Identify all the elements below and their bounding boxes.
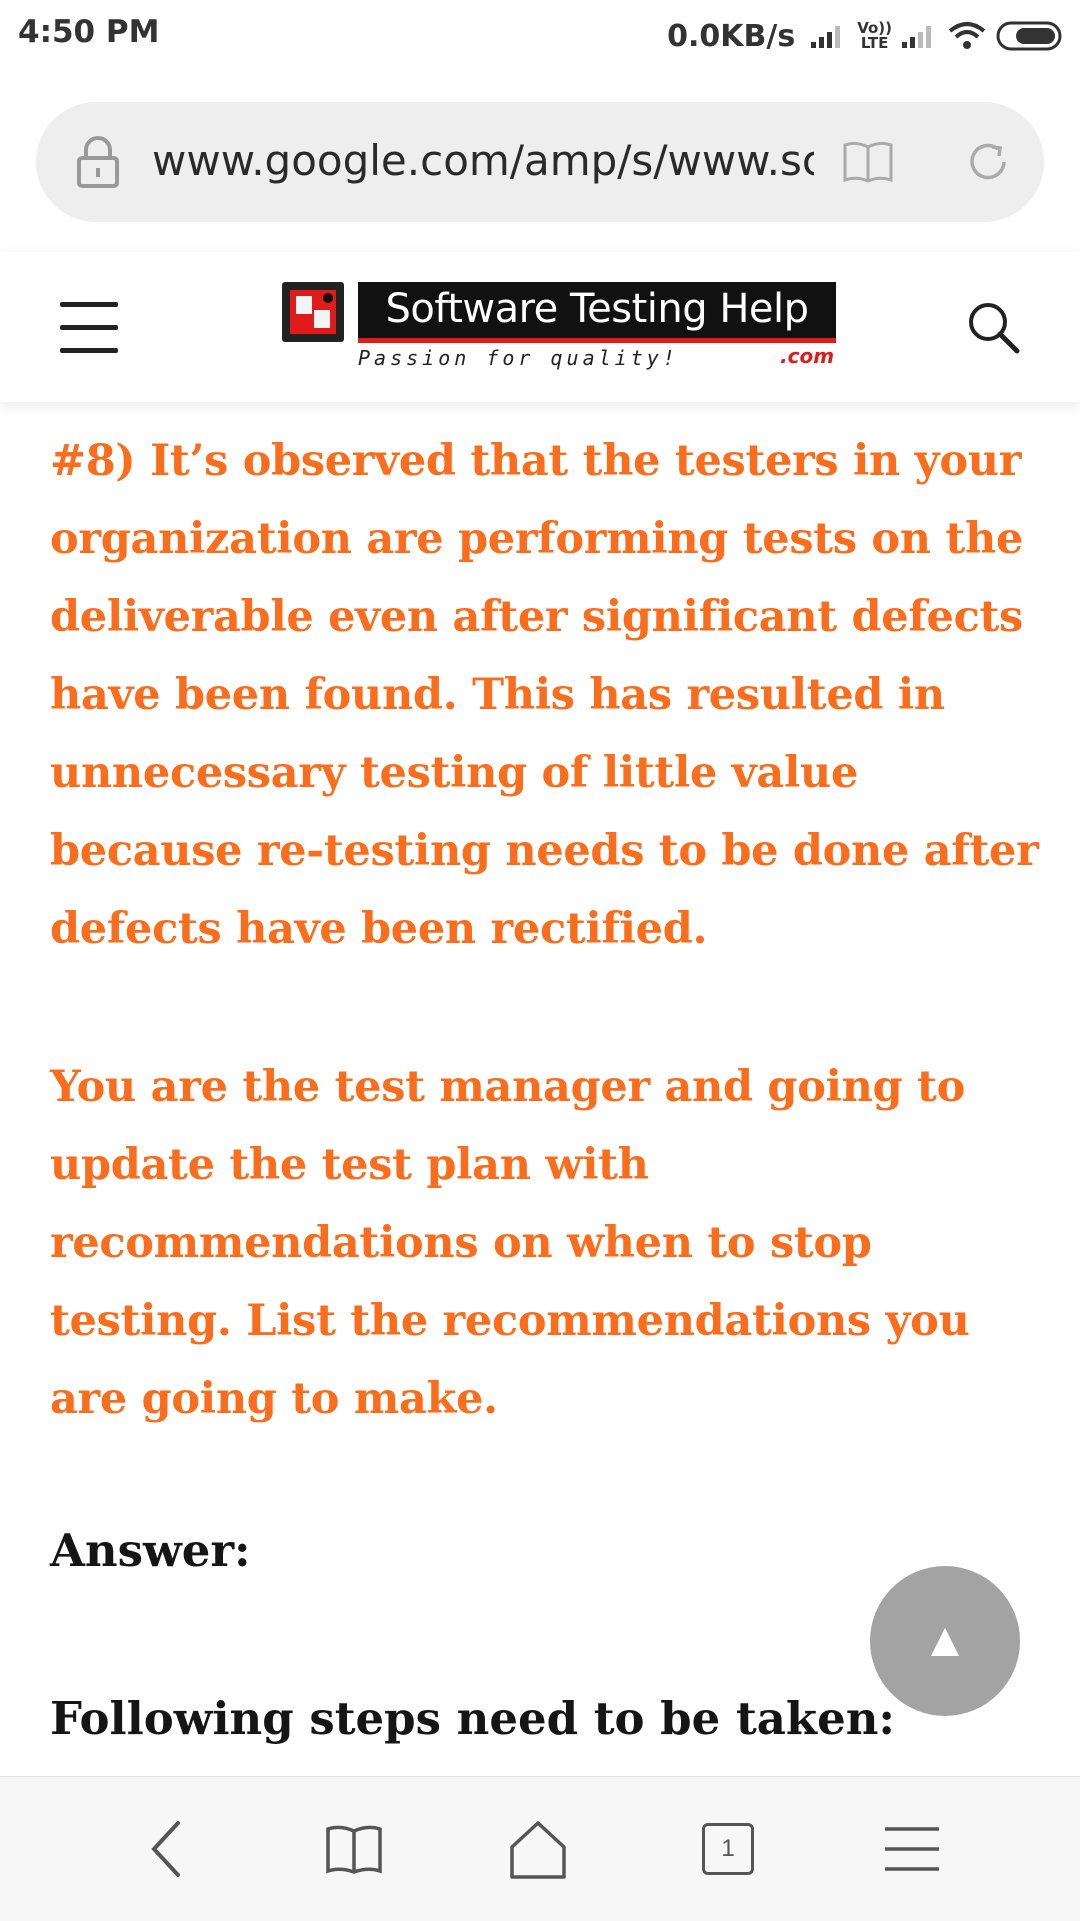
tabs-button[interactable]: 1 [688,1813,760,1885]
tab-count: 1 [702,1823,754,1875]
logo-tagline: Passion for quality! [358,346,679,370]
logo-domain: .com [780,344,835,368]
site-header: Software Testing Help Passion for qualit… [0,252,1080,402]
refresh-icon[interactable] [964,138,1012,186]
question-instruction: You are the test manager and going to up… [50,1062,970,1424]
scroll-to-top-button[interactable]: ▲ [870,1566,1020,1716]
search-icon[interactable] [966,300,1022,356]
back-arrow-icon [151,1821,180,1877]
article-content: #8) It’s observed that the testers in yo… [50,402,1040,1758]
home-button[interactable] [502,1813,574,1885]
logo-mark-icon [282,282,344,342]
status-bar: 4:50 PM 0.0KB/s Vo)) LTE [0,0,1080,74]
home-icon [510,1821,566,1879]
book-icon [326,1825,382,1874]
logo-title: Software Testing Help [358,282,836,343]
signal-icon-secondary [902,26,931,48]
wifi-icon [948,22,986,49]
volte-indicator: Vo)) LTE [857,21,892,51]
question-paragraph: #8) It’s observed that the testers in yo… [50,436,1039,954]
menu-button[interactable] [876,1813,948,1885]
reader-mode-icon[interactable] [842,140,894,184]
hamburger-menu-icon[interactable] [60,302,118,354]
site-logo[interactable]: Software Testing Help Passion for qualit… [282,282,838,372]
browser-bottom-nav: 1 [0,1776,1080,1921]
address-bar[interactable]: www.google.com/amp/s/www.sc [36,102,1044,222]
bookmarks-button[interactable] [318,1813,390,1885]
menu-lines-icon [885,1827,939,1871]
lock-icon [77,136,119,188]
back-button[interactable] [132,1813,204,1885]
battery-icon [996,21,1062,51]
network-speed: 0.0KB/s [667,18,796,54]
answer-label: Answer: [50,1524,251,1577]
lte-label: LTE [860,34,889,52]
url-text[interactable]: www.google.com/amp/s/www.sc [152,136,814,185]
status-indicators: 0.0KB/s Vo)) LTE [667,14,1062,58]
status-time: 4:50 PM [18,14,160,50]
signal-icon [811,26,841,48]
